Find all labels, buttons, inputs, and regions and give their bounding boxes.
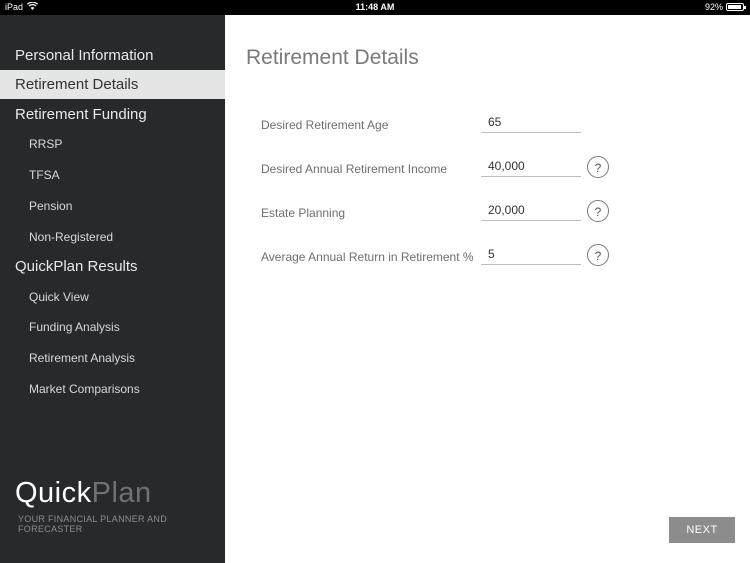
sidebar-item-retirement-details[interactable]: Retirement Details [0,70,225,99]
brand-tagline: YOUR FINANCIAL PLANNER AND FORECASTER [18,514,167,534]
sidebar-item-label: Retirement Funding [15,106,147,123]
sidebar-item-label: RRSP [29,137,63,151]
next-button[interactable]: NEXT [669,517,735,543]
sidebar-item-label: Retirement Details [15,76,139,93]
form-row-annual-income: Desired Annual Retirement Income ? [225,155,750,185]
battery-percent: 92% [704,2,723,12]
status-time: 11:48 AM [355,2,395,12]
retirement-age-input[interactable] [481,111,581,133]
estate-planning-input[interactable] [481,199,581,221]
sidebar-item-quick-view[interactable]: Quick View [0,285,225,309]
estate-planning-label: Estate Planning [261,206,346,220]
page-title: Retirement Details [246,46,419,69]
brand-logo: QuickPlan [15,477,152,510]
sidebar-item-rrsp[interactable]: RRSP [0,132,225,156]
sidebar-item-funding-analysis[interactable]: Funding Analysis [0,315,225,339]
sidebar-item-retirement-funding[interactable]: Retirement Funding [0,100,225,129]
sidebar-item-quickplan-results[interactable]: QuickPlan Results [0,252,225,281]
sidebar-item-retirement-analysis[interactable]: Retirement Analysis [0,346,225,370]
sidebar-item-label: Market Comparisons [29,382,140,396]
sidebar-item-label: Non-Registered [29,230,114,244]
sidebar-item-label: Quick View [29,290,89,304]
sidebar-item-label: Retirement Analysis [29,351,136,365]
sidebar: Personal Information Retirement Details … [0,15,225,563]
main-content: Retirement Details Desired Retirement Ag… [225,15,750,563]
brand-logo-bold: Quick [15,477,92,509]
status-bar: iPad 11:48 AM 92% [0,0,750,15]
sidebar-item-label: Funding Analysis [29,320,120,334]
sidebar-item-non-registered[interactable]: Non-Registered [0,225,225,249]
annual-income-help-button[interactable]: ? [587,156,609,178]
sidebar-item-market-comparisons[interactable]: Market Comparisons [0,377,225,401]
sidebar-item-label: Personal Information [15,47,154,64]
annual-return-help-button[interactable]: ? [587,244,609,266]
annual-income-input[interactable] [481,155,581,177]
battery-icon [726,3,746,11]
form-row-estate-planning: Estate Planning ? [225,199,750,229]
status-right: 92% [704,2,746,12]
retirement-age-label: Desired Retirement Age [261,118,389,132]
sidebar-item-tfsa[interactable]: TFSA [0,163,225,187]
sidebar-item-pension[interactable]: Pension [0,194,225,218]
sidebar-item-label: QuickPlan Results [15,258,138,275]
annual-income-label: Desired Annual Retirement Income [261,162,448,176]
brand-logo-light: Plan [91,477,152,509]
form-row-retirement-age: Desired Retirement Age [225,111,750,141]
sidebar-item-label: Pension [29,199,73,213]
form-row-annual-return: Average Annual Return in Retirement % ? [225,243,750,273]
annual-return-input[interactable] [481,243,581,265]
sidebar-item-personal-information[interactable]: Personal Information [0,41,225,70]
annual-return-label: Average Annual Return in Retirement % [261,250,474,264]
estate-planning-help-button[interactable]: ? [587,200,609,222]
sidebar-item-label: TFSA [29,168,60,182]
